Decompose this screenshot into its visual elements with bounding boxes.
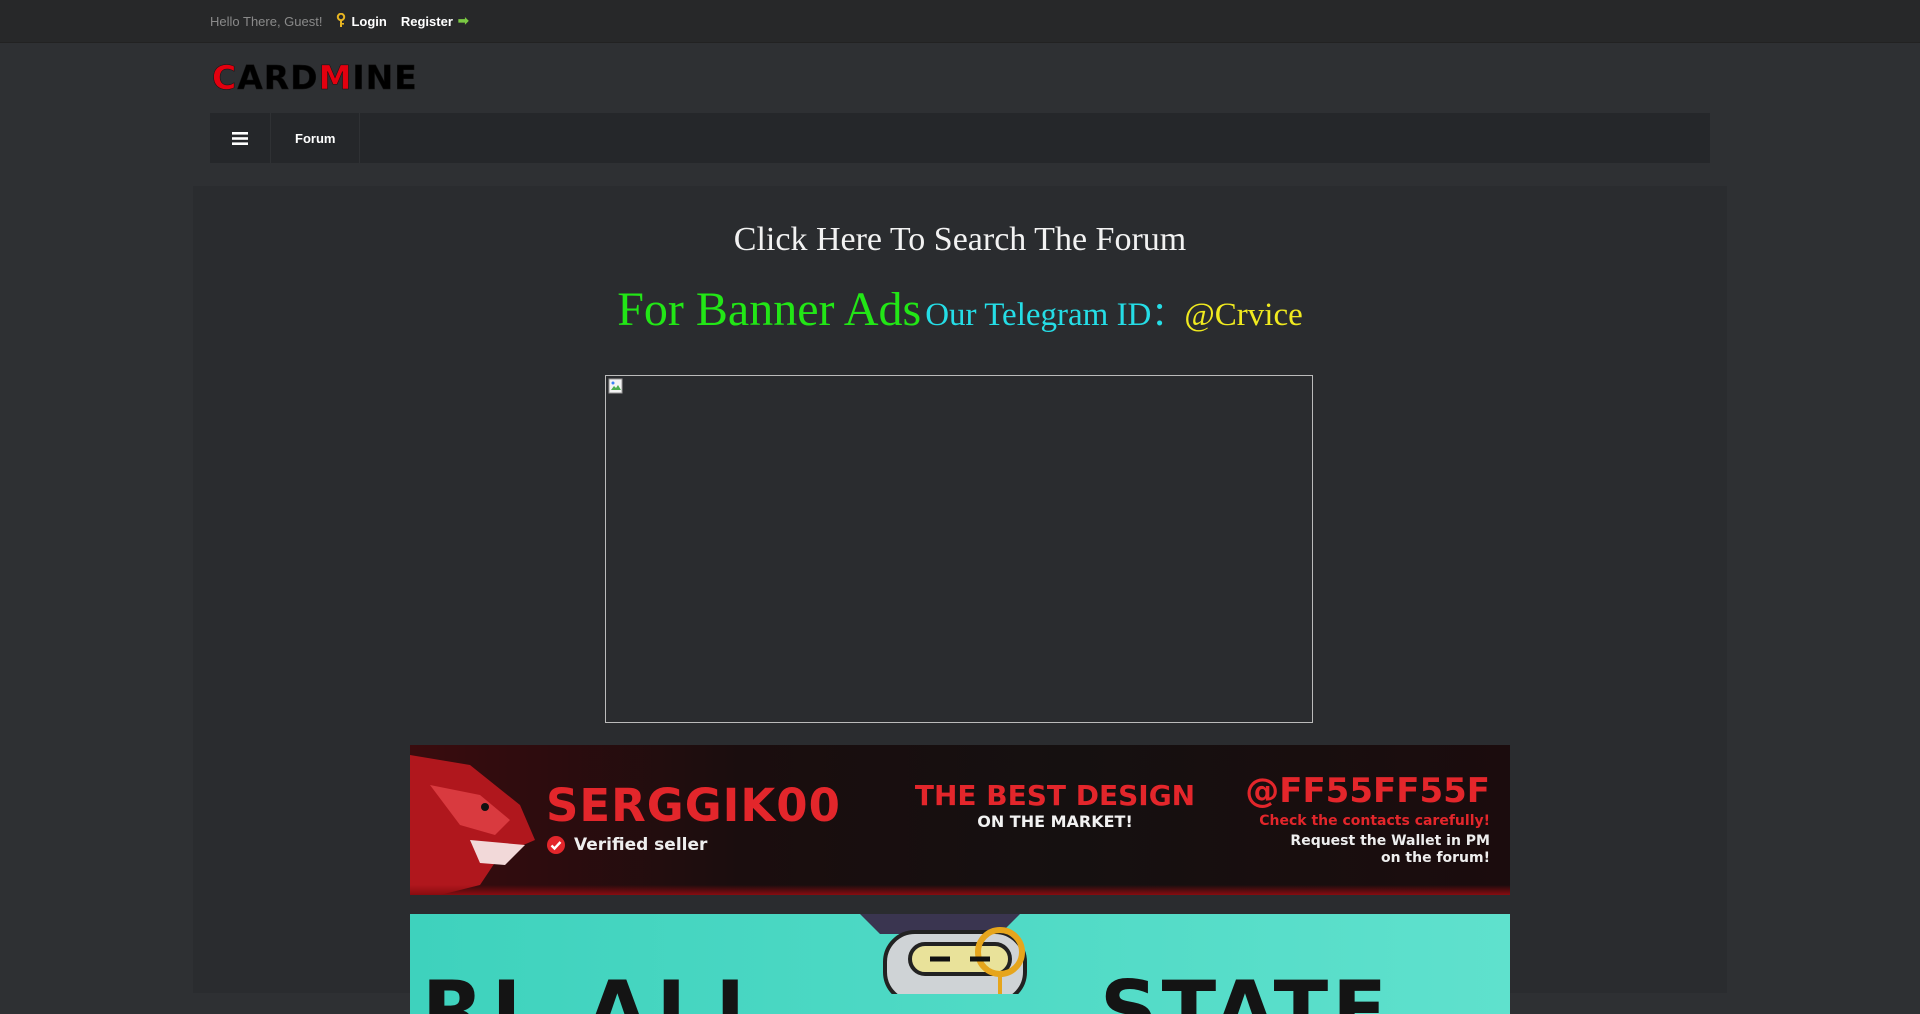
guest-greeting: Hello There, Guest! [210, 13, 323, 29]
site-logo[interactable]: CARDMINE [212, 58, 418, 98]
banner-ads-heading: For Banner Ads [617, 283, 922, 336]
logo-text-ard: ARD [237, 58, 319, 98]
banner-handle: @FF55FF55F [1245, 771, 1490, 811]
banner-ads-notice: For Banner Ads Our Telegram ID：@Crvice [193, 282, 1727, 337]
banner-check-contacts: Check the contacts carefully! [1259, 813, 1490, 829]
wolf-head-image [410, 755, 535, 895]
banner2-right-text: STATE [1100, 964, 1391, 1014]
allstate-ad-banner[interactable]: RL ALL STATE [410, 914, 1510, 1014]
telegram-handle[interactable]: @Crvice [1184, 297, 1302, 333]
logo-letter-c: C [212, 58, 238, 98]
ad-image-placeholder[interactable] [605, 375, 1313, 723]
main-navbar: Forum [210, 113, 1710, 163]
banner-request-wallet: Request the Wallet in PM on the forum! [1290, 833, 1490, 866]
menu-icon [232, 131, 248, 145]
broken-image-icon [608, 378, 623, 394]
nav-forum[interactable]: Forum [271, 113, 361, 163]
top-bar-links: Hello There, Guest! Login Register ➡ [210, 0, 469, 42]
banner-seller-name: SERGGIK00 [546, 779, 841, 832]
banner-best-design: THE BEST DESIGN [914, 779, 1196, 812]
key-icon [336, 12, 346, 30]
main-content: Click Here To Search The Forum For Banne… [193, 186, 1727, 1014]
logo-letter-m: M [318, 58, 353, 98]
banner-on-market: ON THE MARKET! [977, 812, 1133, 831]
search-forum-link[interactable]: Click Here To Search The Forum [193, 221, 1727, 259]
register-link[interactable]: Register ➡ [401, 13, 469, 29]
banner2-left-text: RL ALL [422, 964, 775, 1014]
login-label: Login [351, 13, 387, 29]
verified-seller-badge: Verified seller [546, 835, 707, 855]
serggik-ad-banner[interactable]: SERGGIK00 Verified seller THE BEST DESIG… [410, 745, 1510, 895]
verified-check-icon [547, 836, 565, 854]
arrow-right-icon: ➡ [457, 13, 469, 28]
logo-text-ine: INE [352, 58, 418, 98]
telegram-id-label: Our Telegram ID： [925, 297, 1185, 333]
register-label: Register [400, 13, 453, 29]
menu-button[interactable] [210, 113, 271, 163]
robot-mascot-image [860, 914, 1027, 994]
verified-seller-label: Verified seller [574, 835, 708, 855]
top-bar: Hello There, Guest! Login Register ➡ [0, 0, 1920, 43]
login-link[interactable]: Login [336, 12, 387, 30]
